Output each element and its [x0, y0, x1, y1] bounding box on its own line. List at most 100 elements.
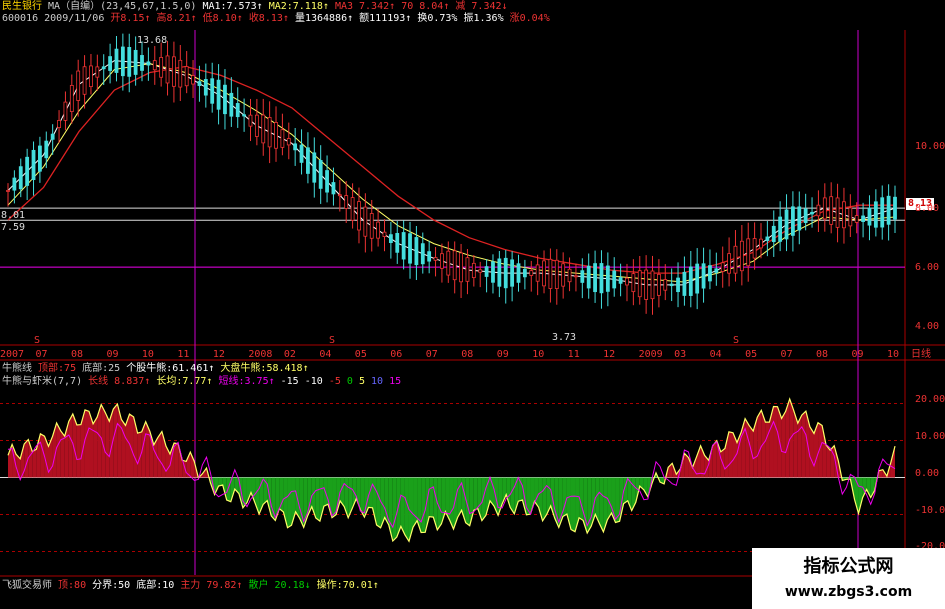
candle-body	[172, 56, 176, 87]
candle-body	[503, 257, 508, 289]
candle-body	[669, 283, 674, 287]
x-tick-label: 04	[319, 349, 332, 360]
watermark-title: 指标公式网	[803, 556, 894, 577]
ma-label: MA（自编）(23,45,67,1.5,0)	[48, 1, 197, 12]
candle-body	[18, 166, 23, 190]
indicator-area-segment	[271, 477, 276, 521]
candle-body	[554, 259, 559, 289]
ma-line-1	[7, 60, 896, 286]
candle-body	[248, 114, 253, 127]
candle-body	[676, 277, 680, 293]
x-tick-label: 06	[390, 349, 403, 360]
candle-body	[746, 238, 751, 267]
candle-body	[261, 114, 266, 144]
amount-value: 额111193↑	[359, 13, 412, 24]
candle-body	[842, 201, 846, 229]
candle-body	[854, 215, 859, 223]
candle-body	[274, 122, 278, 149]
x-tick-label: 08	[70, 349, 83, 360]
candle-body	[491, 261, 495, 283]
ind2-v1: -15	[280, 376, 299, 387]
indicator-area-segment	[818, 422, 823, 478]
ind2-long-avg: 长均:7.77↑	[156, 376, 213, 387]
sell-marker: S	[329, 335, 336, 346]
close-value: 收8.13↑	[248, 13, 289, 24]
candle-body	[184, 66, 189, 87]
candle-body	[382, 231, 387, 237]
indicator-area-segment	[781, 411, 786, 478]
candle-body	[459, 252, 463, 283]
ind-axis-20: 20.00	[915, 394, 945, 405]
candle-body	[605, 265, 610, 292]
candle-body	[452, 250, 457, 281]
ind1-name: 牛熊线	[2, 363, 32, 374]
candle-body	[644, 269, 649, 300]
ma2-value: MA2:7.118↑	[268, 1, 329, 12]
candle-body	[369, 213, 374, 239]
footer-retail: 散户 20.18↓	[248, 580, 311, 591]
indicator-area-segment	[392, 477, 397, 541]
candle-body	[120, 46, 125, 77]
candle-body	[344, 195, 349, 209]
period-label[interactable]: 日线	[911, 349, 931, 361]
footer-name: 飞狐交易师	[2, 580, 52, 591]
candle-body	[510, 259, 515, 287]
candle-body	[197, 81, 202, 86]
high-value: 高8.21↑	[156, 13, 197, 24]
candle-body	[848, 207, 853, 227]
ind1-bottom: 底部:25	[82, 363, 121, 374]
candle-body	[299, 144, 304, 163]
candle-body	[223, 84, 227, 115]
candle-body	[286, 138, 291, 146]
ind2-long: 长线 8.837↑	[88, 376, 151, 387]
x-tick-label: 08	[461, 349, 474, 360]
candle-body	[478, 269, 483, 273]
candle-body	[31, 149, 36, 181]
candle-body	[216, 79, 221, 110]
candle-body	[38, 145, 42, 172]
candle-body	[593, 263, 597, 293]
ind2-v4: 0	[346, 376, 353, 387]
x-tick-label: 07	[35, 349, 48, 360]
candle-body	[89, 65, 93, 88]
indicator-area-segment	[408, 477, 414, 542]
ind2-v5: 5	[358, 376, 365, 387]
candle-body	[688, 266, 693, 296]
price-axis-6: 6.00	[915, 262, 940, 273]
indicator-area-segment	[287, 477, 292, 528]
indicator-area-segment	[765, 422, 770, 478]
candle-body	[267, 117, 272, 148]
candle-body	[471, 262, 476, 279]
candle-body	[350, 197, 355, 221]
indicator-area-segment	[174, 443, 179, 478]
candle-body	[465, 257, 470, 282]
sell-marker: S	[733, 335, 740, 346]
indicator-area-segment	[797, 415, 802, 478]
candle-body	[101, 66, 106, 70]
candle-body	[867, 207, 872, 226]
indicator-area-segment	[413, 477, 418, 528]
candle-body	[580, 270, 585, 283]
candle-body	[76, 70, 81, 101]
footer-operate: 操作:70.01↑	[316, 580, 379, 591]
candle-body	[146, 61, 151, 66]
ma-line-2	[7, 63, 896, 283]
candle-body	[625, 277, 629, 286]
candle-body	[835, 197, 840, 228]
candle-body	[401, 232, 406, 260]
x-tick-label: 09	[496, 349, 509, 360]
candle-body	[861, 215, 865, 222]
candle-body	[242, 114, 247, 117]
x-tick-label: 09	[851, 349, 864, 360]
indicator-area-segment	[429, 477, 434, 518]
indicator-area-segment	[400, 477, 405, 535]
x-tick-label: 11	[567, 349, 580, 360]
ma1-value: MA1:7.573↑	[202, 1, 263, 12]
candle-body	[363, 206, 368, 237]
candle-body	[95, 66, 100, 78]
peak-price-label: 13.68	[137, 35, 168, 46]
candle-body	[695, 263, 700, 294]
candle-body	[873, 201, 878, 228]
candle-body	[599, 263, 604, 294]
ind2-short: 短线:3.75↑	[218, 376, 275, 387]
